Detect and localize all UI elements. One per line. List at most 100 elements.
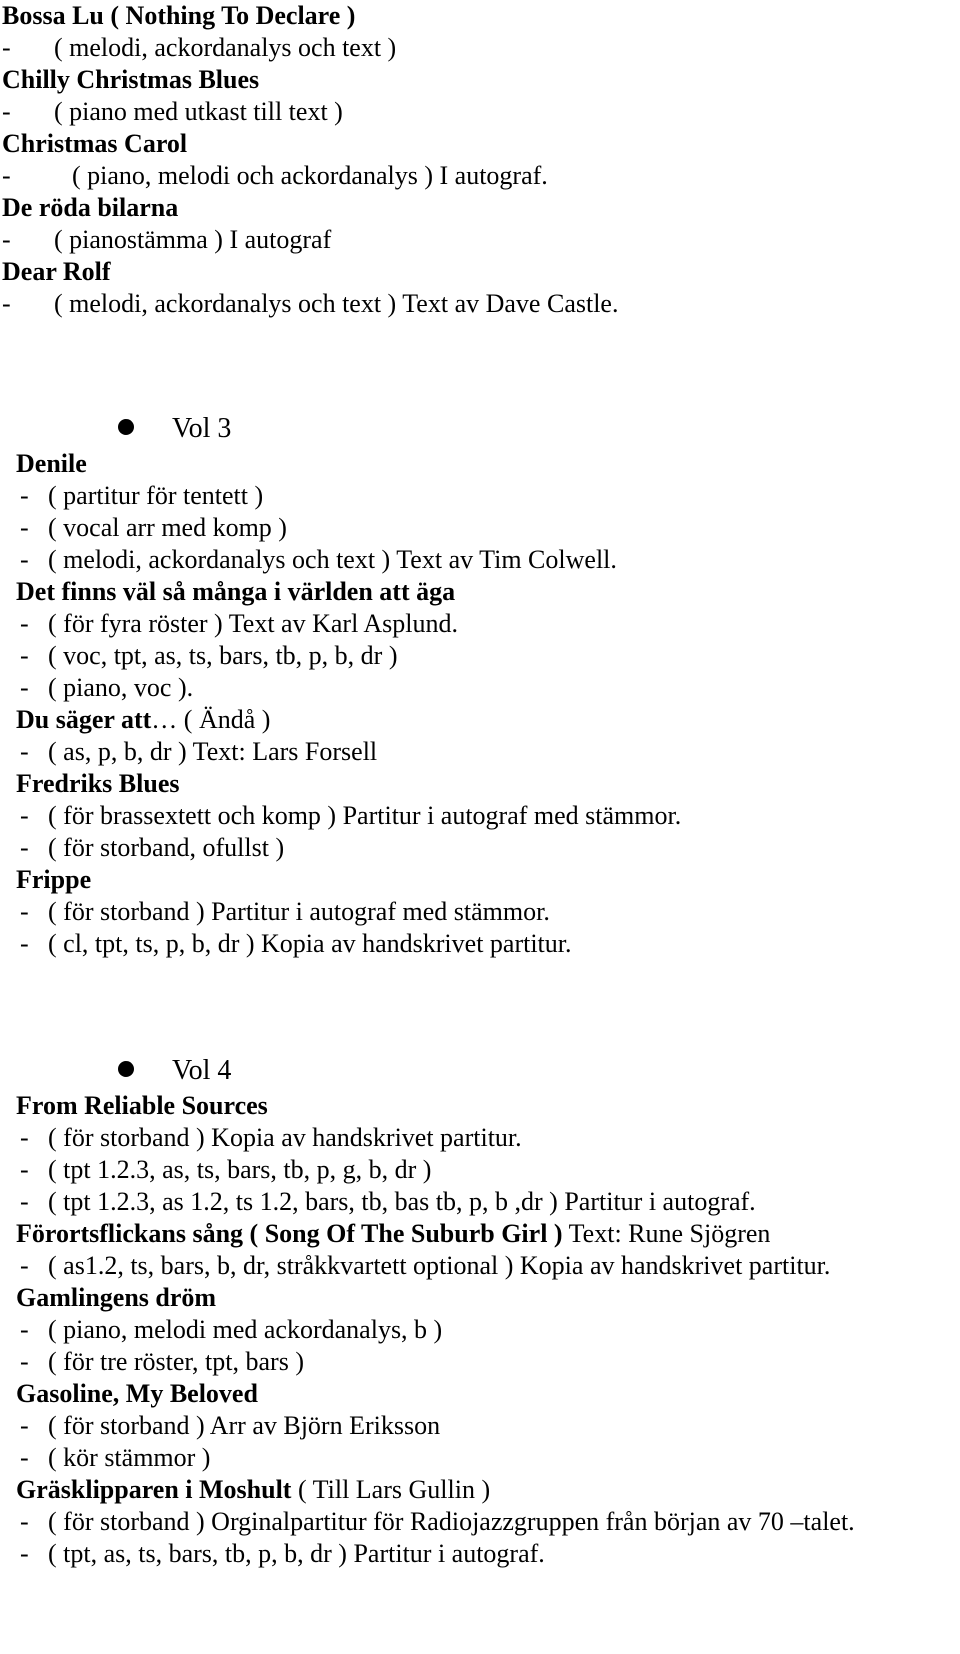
entry-title-suffix: ( Till Lars Gullin ) [291, 1475, 491, 1504]
entry-title-text: Gräsklipparen i Moshult [16, 1475, 292, 1504]
dash-marker: - [2, 161, 11, 190]
catalogue-section: From Reliable Sources -( för storband ) K… [0, 1090, 960, 1570]
entry-detail-line: - ( melodi, ackordanalys och text ) [2, 32, 960, 64]
entry-title-text: Det finns väl så många i världen att äga [16, 577, 456, 606]
entry-title-text: Chilly Christmas Blues [2, 65, 260, 94]
entry-detail-text: ( för tre röster, tpt, bars ) [48, 1347, 304, 1376]
entry-detail-text: ( melodi, ackordanalys och text ) Text a… [54, 289, 619, 318]
entry-title: Denile [16, 448, 960, 480]
entry-detail-text: ( partitur för tentett ) [48, 481, 264, 510]
dash-marker: - [2, 289, 11, 318]
entry-detail-line: -( as1.2, ts, bars, b, dr, stråkkvartett… [16, 1250, 960, 1282]
entry-title: Gamlingens dröm [16, 1282, 960, 1314]
entry-detail-line: -( för storband, ofullst ) [16, 832, 960, 864]
dash-marker: - [20, 513, 29, 542]
dash-marker: - [20, 1123, 29, 1152]
dash-marker: - [20, 1539, 29, 1568]
dash-marker: - [20, 737, 29, 766]
dash-marker: - [20, 897, 29, 926]
entry-title-text: Du säger att [16, 705, 152, 734]
entry-detail-line: -( tpt, as, ts, bars, tb, p, b, dr ) Par… [16, 1538, 960, 1570]
entry-title: Gräsklipparen i Moshult ( Till Lars Gull… [16, 1474, 960, 1506]
entry-title: From Reliable Sources [16, 1090, 960, 1122]
entry-detail-line: - ( piano, melodi och ackordanalys ) I au… [2, 160, 960, 192]
entry-title-text: Förortsflickans sång ( Song Of The Subur… [16, 1219, 563, 1248]
entry-detail-text: ( as, p, b, dr ) Text: Lars Forsell [48, 737, 378, 766]
entry-detail-line: -( piano, voc ). [16, 672, 960, 704]
dash-marker: - [20, 1443, 29, 1472]
entry-detail-text: ( för storband ) Orginalpartitur för Rad… [48, 1507, 855, 1536]
entry-title-text: Christmas Carol [2, 129, 188, 158]
entry-detail-text: ( tpt 1.2.3, as 1.2, ts 1.2, bars, tb, b… [48, 1187, 756, 1216]
entry-detail-line: -( as, p, b, dr ) Text: Lars Forsell [16, 736, 960, 768]
dash-marker: - [20, 641, 29, 670]
entry-detail-line: -( vocal arr med komp ) [16, 512, 960, 544]
entry-detail-text: ( för brassextett och komp ) Partitur i … [48, 801, 682, 830]
section-heading-label: Vol 4 [172, 1055, 232, 1086]
entry-title-text: Dear Rolf [2, 257, 111, 286]
entry-detail-line: -( tpt 1.2.3, as 1.2, ts 1.2, bars, tb, … [16, 1186, 960, 1218]
entry-detail-text: ( kör stämmor ) [48, 1443, 211, 1472]
dash-marker: - [20, 481, 29, 510]
dash-marker: - [20, 609, 29, 638]
entry-detail-text: ( vocal arr med komp ) [48, 513, 287, 542]
entry-title: Fredriks Blues [16, 768, 960, 800]
entry-detail-text: ( piano, melodi och ackordanalys ) I aut… [72, 161, 548, 190]
dash-marker: - [20, 1251, 29, 1280]
entry-title-text: Bossa Lu ( Nothing To Declare ) [2, 1, 356, 30]
entry-detail-text: ( för storband ) Partitur i autograf med… [48, 897, 550, 926]
entry-detail-text: ( piano, melodi med ackordanalys, b ) [48, 1315, 443, 1344]
entry-detail-text: ( tpt, as, ts, bars, tb, p, b, dr ) Part… [48, 1539, 545, 1568]
entry-detail-text: ( för storband, ofullst ) [48, 833, 285, 862]
dash-marker: - [20, 1347, 29, 1376]
entry-detail-line: -( melodi, ackordanalys och text ) Text … [16, 544, 960, 576]
bullet-icon [118, 419, 134, 435]
entry-detail-text: ( för fyra röster ) Text av Karl Asplund… [48, 609, 458, 638]
entry-title-text: De röda bilarna [2, 193, 179, 222]
entry-title: Du säger att… ( Ändå ) [16, 704, 960, 736]
entry-detail-line: -( för storband ) Partitur i autograf me… [16, 896, 960, 928]
dash-marker: - [20, 1155, 29, 1184]
entry-detail-line: -( kör stämmor ) [16, 1442, 960, 1474]
entry-detail-text: ( tpt 1.2.3, as, ts, bars, tb, p, g, b, … [48, 1155, 432, 1184]
entry-detail-text: ( melodi, ackordanalys och text ) [54, 33, 397, 62]
entry-title-suffix: … ( Ändå ) [151, 705, 271, 734]
entry-detail-text: ( för storband ) Kopia av handskrivet pa… [48, 1123, 522, 1152]
entry-detail-text: ( as1.2, ts, bars, b, dr, stråkkvartett … [48, 1251, 831, 1280]
dash-marker: - [20, 1315, 29, 1344]
entry-detail-text: ( pianostämma ) I autograf [54, 225, 332, 254]
dash-marker: - [20, 833, 29, 862]
entry-detail-line: -( för tre röster, tpt, bars ) [16, 1346, 960, 1378]
entry-title-suffix: Text: Rune Sjögren [562, 1219, 771, 1248]
entry-title-text: From Reliable Sources [16, 1091, 268, 1120]
entry-detail-line: -( piano, melodi med ackordanalys, b ) [16, 1314, 960, 1346]
entry-detail-text: ( piano med utkast till text ) [54, 97, 343, 126]
entry-title: Chilly Christmas Blues [2, 64, 960, 96]
entry-detail-line: -( för storband ) Arr av Björn Eriksson [16, 1410, 960, 1442]
entry-detail-line: -( för fyra röster ) Text av Karl Asplun… [16, 608, 960, 640]
entry-title: Dear Rolf [2, 256, 960, 288]
dash-marker: - [20, 673, 29, 702]
dash-marker: - [20, 801, 29, 830]
entry-title: Förortsflickans sång ( Song Of The Subur… [16, 1218, 960, 1250]
entry-detail-line: -( tpt 1.2.3, as, ts, bars, tb, p, g, b,… [16, 1154, 960, 1186]
entry-title-text: Frippe [16, 865, 92, 894]
entry-detail-line: -( partitur för tentett ) [16, 480, 960, 512]
document-page: Bossa Lu ( Nothing To Declare ) -( melodi… [0, 0, 960, 1654]
entry-detail-line: - ( melodi, ackordanalys och text ) Text … [2, 288, 960, 320]
entry-title-text: Gamlingens dröm [16, 1283, 217, 1312]
entry-title: Christmas Carol [2, 128, 960, 160]
entry-title: De röda bilarna [2, 192, 960, 224]
entry-detail-text: ( voc, tpt, as, ts, bars, tb, p, b, dr ) [48, 641, 398, 670]
entry-detail-line: - ( piano med utkast till text ) [2, 96, 960, 128]
entry-title: Frippe [16, 864, 960, 896]
dash-marker: - [2, 97, 11, 126]
entry-detail-text: ( cl, tpt, ts, p, b, dr ) Kopia av hands… [48, 929, 572, 958]
dash-marker: - [20, 1411, 29, 1440]
entry-title-text: Fredriks Blues [16, 769, 180, 798]
dash-marker: - [20, 1187, 29, 1216]
entry-detail-line: - ( pianostämma ) I autograf [2, 224, 960, 256]
section-heading-label: Vol 3 [172, 413, 232, 444]
dash-marker: - [20, 1507, 29, 1536]
dash-marker: - [20, 545, 29, 574]
